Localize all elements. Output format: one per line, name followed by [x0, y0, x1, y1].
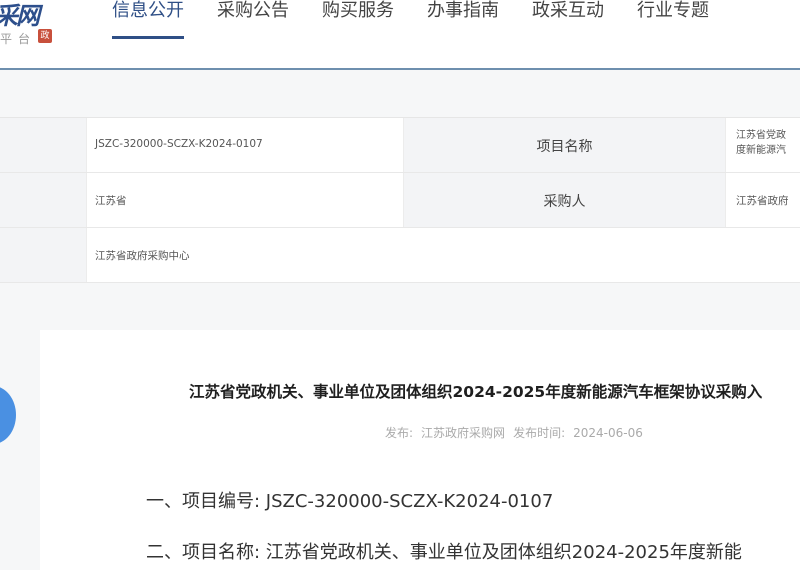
agency-value: 江苏省政府采购中心	[95, 250, 190, 262]
project-info-table: JSZC-320000-SCZX-K2024-0107 项目名称 江苏省党政度新…	[0, 117, 800, 283]
project-name-line2: 度新能源汽	[736, 145, 786, 156]
site-logo[interactable]: 采网 平台 政	[0, 0, 60, 50]
label-cell: 采购人	[403, 173, 725, 227]
publish-time-label: 发布时间:	[513, 426, 566, 440]
value-cell: 江苏省	[86, 173, 403, 227]
publish-label: 发布:	[385, 426, 414, 440]
label-cell: 项目名称	[403, 118, 725, 172]
article-title: 江苏省党政机关、事业单位及团体组织2024-2025年度新能源汽车框架协议采购入	[189, 383, 763, 401]
value-cell: 江苏省党政度新能源汽	[725, 118, 800, 172]
value-cell: 江苏省政府	[725, 173, 800, 227]
project-name-label: 项目名称	[536, 139, 593, 155]
publish-source: 江苏政府采购网	[421, 426, 506, 440]
value-cell: JSZC-320000-SCZX-K2024-0107	[86, 118, 403, 172]
article-panel	[40, 330, 800, 570]
publish-time: 2024-06-06	[573, 426, 643, 440]
project-number-value: JSZC-320000-SCZX-K2024-0107	[95, 138, 263, 150]
purchaser-label: 采购人	[543, 194, 586, 210]
nav-item-procurement-notice[interactable]: 采购公告	[217, 0, 289, 46]
nav-item-interaction[interactable]: 政采互动	[532, 0, 604, 46]
nav-item-guide[interactable]: 办事指南	[427, 0, 499, 46]
logo-subtext: 平台	[0, 32, 37, 46]
project-name-line1: 江苏省党政	[736, 130, 786, 141]
project-name-value: 江苏省党政度新能源汽	[736, 128, 786, 158]
row-label-cell	[0, 118, 86, 172]
main-nav: 信息公开 采购公告 购买服务 办事指南 政采互动 行业专题	[112, 0, 742, 46]
article-line-project-name: 二、项目名称: 江苏省党政机关、事业单位及团体组织2024-2025年度新能	[146, 542, 742, 563]
table-row: JSZC-320000-SCZX-K2024-0107 项目名称 江苏省党政度新…	[0, 118, 800, 173]
row-label-cell	[0, 173, 86, 227]
floating-button-icon[interactable]	[0, 386, 16, 444]
purchaser-value: 江苏省政府	[736, 195, 789, 207]
table-row: 江苏省 采购人 江苏省政府	[0, 173, 800, 228]
article-meta: 发布: 江苏政府采购网 发布时间: 2024-06-06	[385, 424, 651, 441]
nav-item-industry-topics[interactable]: 行业专题	[637, 0, 709, 46]
logo-text: 采网	[0, 2, 40, 30]
article-line-project-number: 一、项目编号: JSZC-320000-SCZX-K2024-0107	[146, 491, 554, 512]
value-cell: 江苏省政府采购中心	[86, 228, 800, 282]
nav-item-info-disclosure[interactable]: 信息公开	[112, 0, 184, 46]
region-value: 江苏省	[95, 195, 127, 207]
site-header: 采网 平台 政 信息公开 采购公告 购买服务 办事指南 政采互动 行业专题	[0, 0, 800, 70]
logo-seal-icon: 政	[38, 29, 52, 43]
row-label-cell	[0, 228, 86, 282]
table-row: 江苏省政府采购中心	[0, 228, 800, 283]
nav-item-purchase-services[interactable]: 购买服务	[322, 0, 394, 46]
